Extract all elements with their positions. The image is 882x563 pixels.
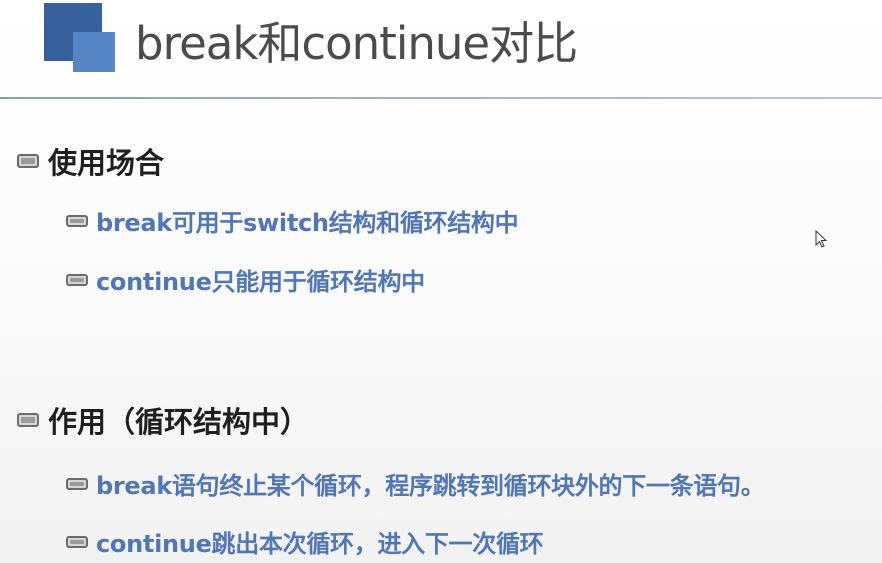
list-item-text: continue跳出本次循环，进入下一次循环 xyxy=(96,530,544,558)
battery-bullet-icon xyxy=(66,535,88,548)
slide-title: break和continue对比 xyxy=(135,17,578,70)
battery-bullet-icon xyxy=(66,273,88,286)
list-item-text: break语句终止某个循环，程序跳转到循环块外的下一条语句。 xyxy=(96,472,765,500)
list-item-text: continue只能用于循环结构中 xyxy=(96,268,425,296)
slide: break和continue对比 使用场合 break可用于switch结构和循… xyxy=(0,0,882,563)
battery-bullet-icon xyxy=(17,413,39,427)
list-item: break语句终止某个循环，程序跳转到循环块外的下一条语句。 xyxy=(66,466,765,501)
section-heading-usage: 使用场合 xyxy=(17,140,164,182)
mouse-pointer-icon xyxy=(815,230,828,248)
section-heading-text: 作用（循环结构中） xyxy=(48,405,310,439)
battery-bullet-icon xyxy=(17,154,39,168)
battery-bullet-icon xyxy=(66,214,88,227)
list-item-text: break可用于switch结构和循环结构中 xyxy=(96,209,519,237)
section-heading-text: 使用场合 xyxy=(48,146,165,180)
title-divider xyxy=(0,97,882,99)
list-item: break可用于switch结构和循环结构中 xyxy=(66,203,519,238)
list-item: continue只能用于循环结构中 xyxy=(66,262,425,297)
list-item: continue跳出本次循环，进入下一次循环 xyxy=(66,524,544,559)
title-logo-square-light xyxy=(73,32,115,72)
section-heading-effect: 作用（循环结构中） xyxy=(17,399,309,441)
battery-bullet-icon xyxy=(66,477,88,490)
